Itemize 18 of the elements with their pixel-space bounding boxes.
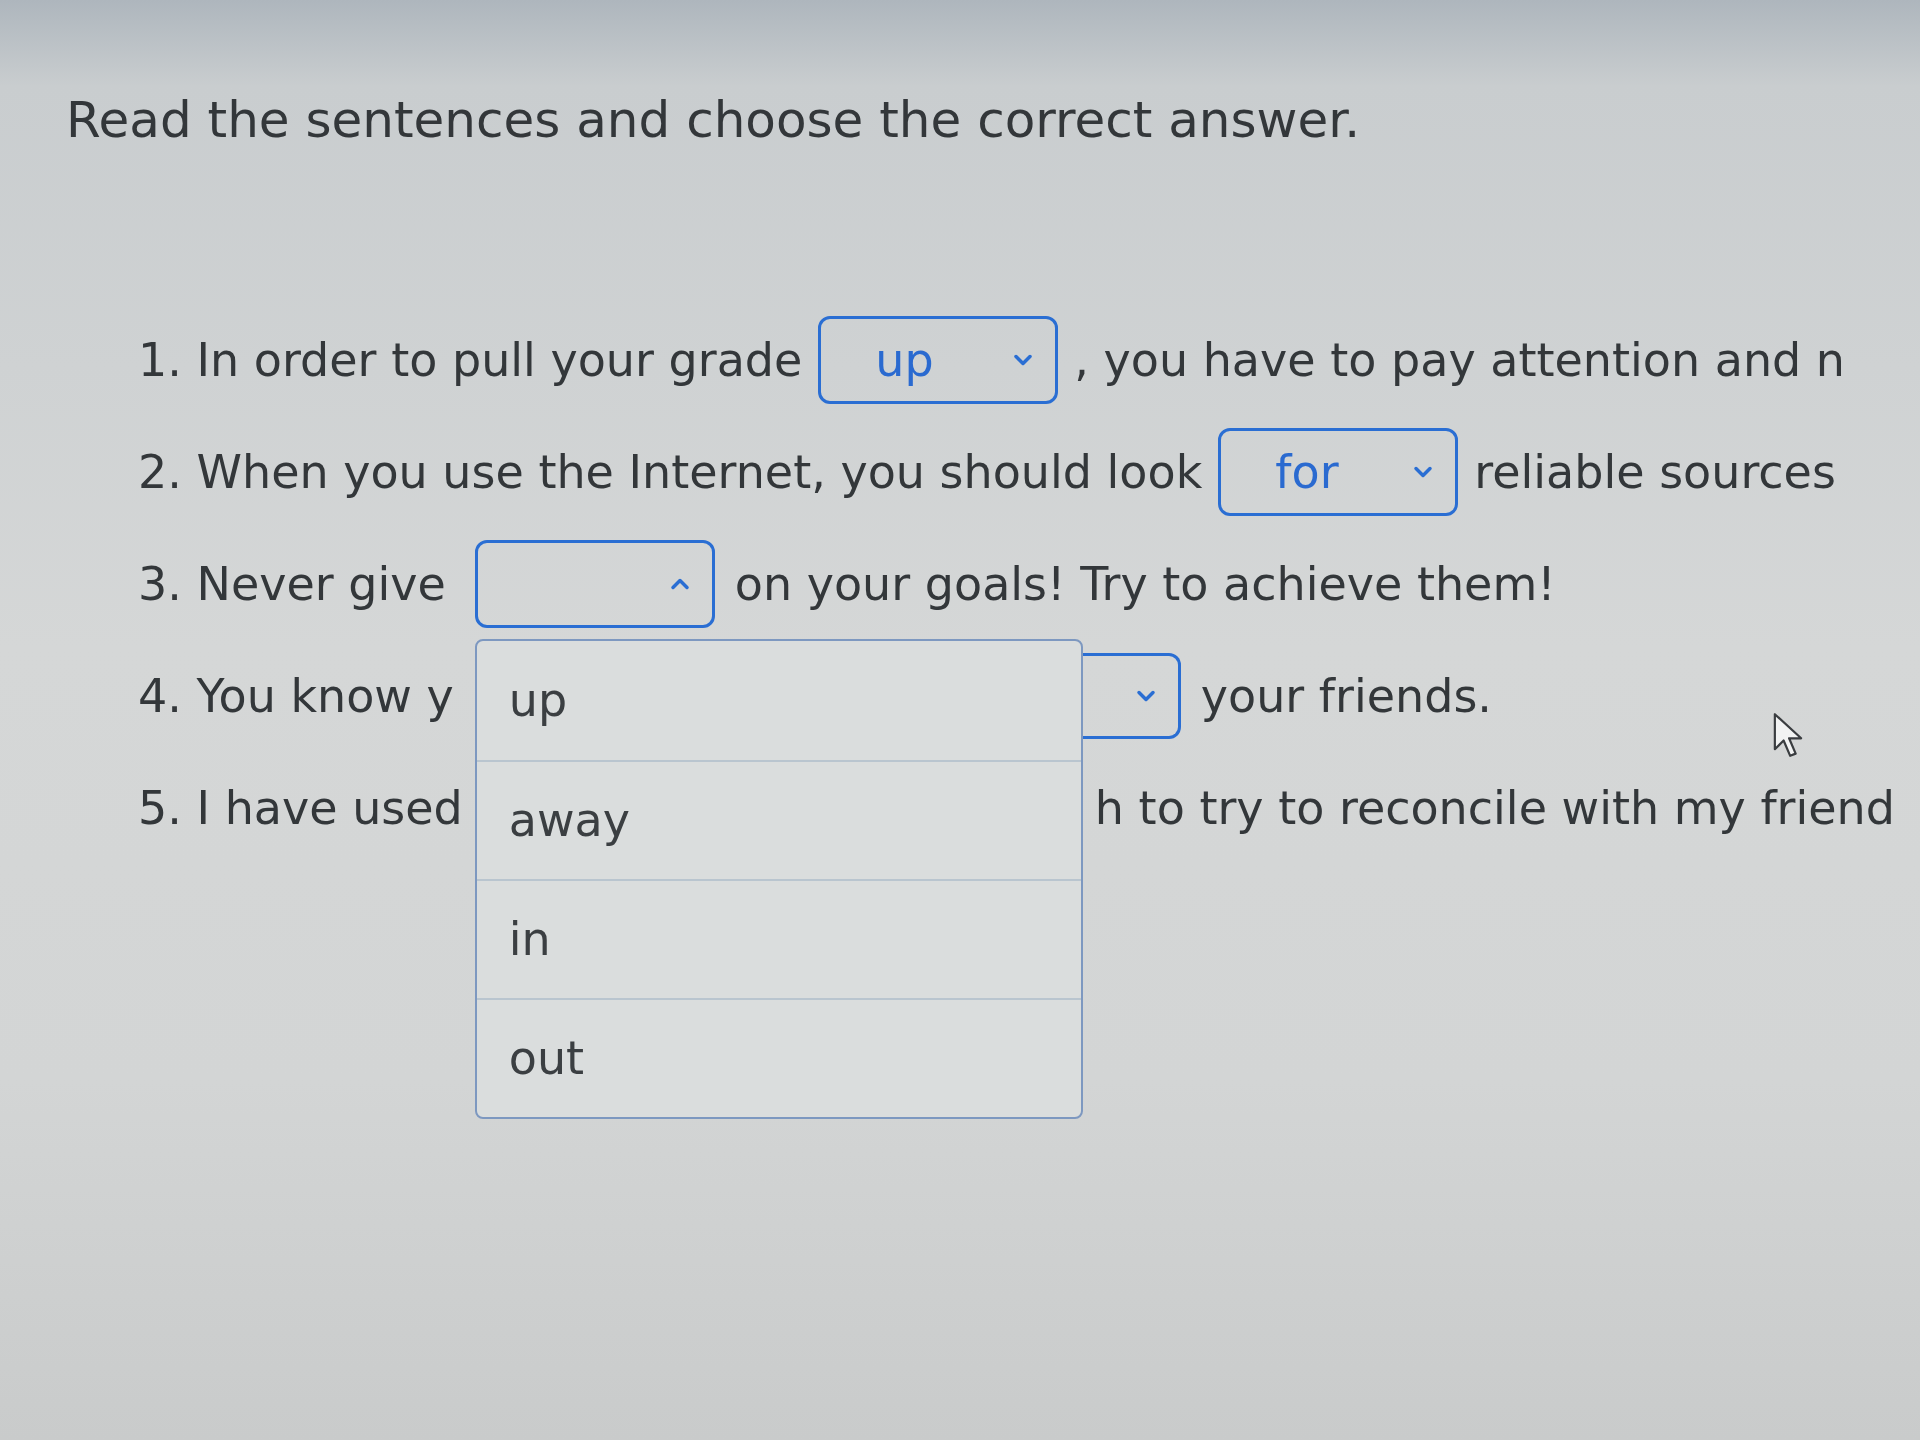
dropdown-option[interactable]: out: [476, 998, 1081, 1117]
sentence-text: 2. When you use the Internet, you should look: [138, 443, 1203, 501]
mouse-pointer-icon: [1772, 712, 1804, 758]
answer-dropdown[interactable]: [1082, 653, 1181, 739]
sentence-text: your friends.: [1200, 667, 1492, 725]
sentence-text: h to try to reconcile with my friend: [1094, 779, 1895, 837]
sentence-text: on your goals! Try to achieve them!: [734, 555, 1556, 613]
sentence-text: 4. You know y: [138, 668, 454, 723]
answer-dropdown[interactable]: [474, 540, 715, 628]
sentence-text: 1. In order to pull your grade: [138, 331, 803, 389]
sentence-text: reliable sources: [1474, 443, 1836, 501]
dropdown-option[interactable]: away: [476, 760, 1081, 879]
dropdown-option[interactable]: up: [476, 641, 1081, 760]
sentence-text: 3. Never give: [138, 556, 446, 611]
sentence-text: , you have to pay attention and n: [1074, 331, 1845, 389]
instructions-heading: Read the sentences and choose the correct answer.: [66, 90, 1362, 151]
dropdown-option[interactable]: in: [476, 879, 1081, 998]
sentence-text: 5. I have used: [138, 780, 463, 835]
